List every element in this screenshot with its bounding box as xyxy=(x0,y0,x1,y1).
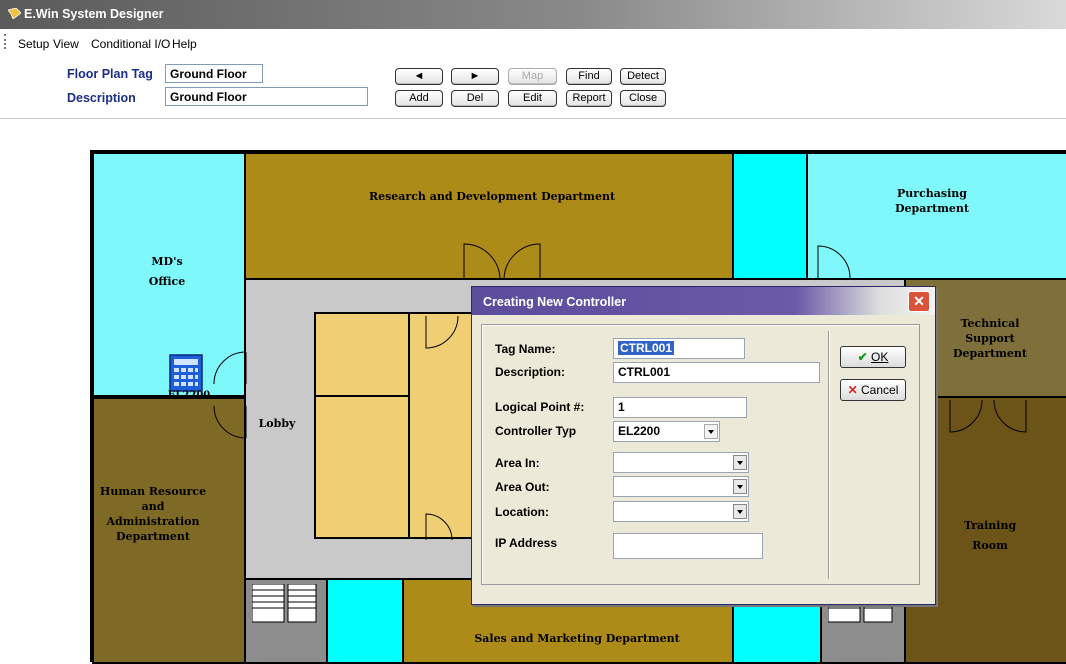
corridor-top xyxy=(732,152,808,280)
controller-type-select[interactable]: EL2200 xyxy=(613,421,720,442)
label-purchasing-line2: Department xyxy=(895,202,969,215)
controller-icon[interactable] xyxy=(169,354,203,392)
floor-plan-tag-input[interactable]: Ground Floor xyxy=(165,64,263,83)
label-hr-line4: Department xyxy=(116,530,190,543)
tag-name-label: Tag Name: xyxy=(495,342,556,356)
find-button[interactable]: Find xyxy=(566,68,612,85)
location-label: Location: xyxy=(495,505,549,519)
dialog-divider xyxy=(828,331,830,579)
label-tech-line2: Support xyxy=(965,332,1015,345)
window-title: E.Win System Designer xyxy=(24,7,164,21)
logical-point-input[interactable]: 1 xyxy=(613,397,747,418)
add-button[interactable]: Add xyxy=(395,90,443,107)
close-button[interactable]: Close xyxy=(620,90,666,107)
label-hr-line2: and xyxy=(141,500,165,513)
label-purchasing: Purchasing Department xyxy=(832,186,1032,216)
lobby-block-lower xyxy=(314,395,410,539)
area-in-chevron-down-icon[interactable] xyxy=(733,455,747,470)
area-in-label: Area In: xyxy=(495,456,540,470)
description-field-input[interactable]: CTRL001 xyxy=(613,362,820,383)
ok-button[interactable]: ✔ OK xyxy=(840,346,906,368)
cancel-button-label: Cancel xyxy=(861,383,899,397)
description-label: Description xyxy=(67,91,136,105)
controller-label: EL2200 xyxy=(167,390,211,401)
area-out-chevron-down-icon[interactable] xyxy=(733,479,747,494)
label-purchasing-line1: Purchasing xyxy=(897,187,967,200)
label-tech-line3: Department xyxy=(953,347,1027,360)
door-hr xyxy=(213,405,247,439)
ip-address-label: IP Address xyxy=(495,536,558,550)
corridor-bottom-left xyxy=(326,578,404,664)
lobby-block-upper xyxy=(314,312,410,397)
detect-button[interactable]: Detect xyxy=(620,68,666,85)
menu-help[interactable]: Help xyxy=(172,37,197,51)
prev-button[interactable]: ◄ xyxy=(395,68,443,85)
cancel-x-icon: ✕ xyxy=(847,383,858,397)
description-field-label: Description: xyxy=(495,365,566,379)
label-lobby: Lobby xyxy=(258,417,296,430)
description-input[interactable]: Ground Floor xyxy=(165,87,368,106)
ip-address-input[interactable] xyxy=(613,533,763,559)
dialog-close-icon[interactable]: ✕ xyxy=(908,291,930,312)
controller-type-value: EL2200 xyxy=(618,424,661,438)
label-tech-support: Technical Support Department xyxy=(930,316,1050,361)
label-md-office: MD's Office xyxy=(122,252,212,292)
tag-name-input[interactable]: CTRL001 xyxy=(613,338,745,359)
label-rnd: Research and Development Department xyxy=(368,190,616,203)
door-lobby-lower xyxy=(425,513,453,541)
menu-setup[interactable]: Setup xyxy=(18,37,49,51)
label-md-line1: MD's xyxy=(151,255,183,268)
app-icon xyxy=(8,8,21,19)
cancel-button[interactable]: ✕ Cancel xyxy=(840,379,906,401)
dialog-titlebar[interactable]: Creating New Controller ✕ xyxy=(472,287,935,315)
dialog-body: Tag Name: CTRL001 Description: CTRL001 L… xyxy=(481,324,920,585)
door-lobby-upper xyxy=(425,315,459,349)
door-purchasing xyxy=(817,245,851,279)
del-button[interactable]: Del xyxy=(451,90,499,107)
location-chevron-down-icon[interactable] xyxy=(733,504,747,519)
controller-type-label: Controller Typ xyxy=(495,424,577,438)
area-out-select[interactable] xyxy=(613,476,749,497)
menu-bar: Setup View Conditional I/O Help xyxy=(0,31,1066,55)
next-button[interactable]: ► xyxy=(451,68,499,85)
stairs-left-graphic xyxy=(252,584,317,623)
ok-button-label: OK xyxy=(871,350,889,364)
menu-conditional-io[interactable]: Conditional I/O xyxy=(91,37,170,51)
creating-new-controller-dialog: Creating New Controller ✕ Tag Name: CTRL… xyxy=(471,286,936,605)
edit-button[interactable]: Edit xyxy=(508,90,557,107)
floor-plan-toolbar: Floor Plan Tag Ground Floor Description … xyxy=(0,56,1066,119)
tag-name-value: CTRL001 xyxy=(618,341,675,355)
menu-view[interactable]: View xyxy=(53,37,79,51)
door-rnd xyxy=(463,243,541,281)
label-training: Training Room xyxy=(930,516,1050,556)
checkmark-icon: ✔ xyxy=(857,350,868,364)
controller-type-chevron-down-icon[interactable] xyxy=(704,424,718,439)
label-hr-line1: Human Resource xyxy=(99,485,207,498)
logical-point-label: Logical Point #: xyxy=(495,400,585,414)
area-in-select[interactable] xyxy=(613,452,749,473)
dialog-title: Creating New Controller xyxy=(483,295,627,309)
label-hr: Human Resource and Administration Depart… xyxy=(92,484,214,544)
menu-grip[interactable] xyxy=(4,34,10,49)
location-select[interactable] xyxy=(613,501,749,522)
label-md-line2: Office xyxy=(148,275,186,288)
label-training-line1: Training xyxy=(963,519,1017,532)
window-titlebar: E.Win System Designer xyxy=(0,0,1066,29)
label-hr-line3: Administration xyxy=(106,515,200,528)
label-training-line2: Room xyxy=(972,539,1008,552)
report-button[interactable]: Report xyxy=(566,90,612,107)
floor-plan-tag-label: Floor Plan Tag xyxy=(67,67,153,81)
door-training xyxy=(949,399,1027,433)
area-out-label: Area Out: xyxy=(495,480,550,494)
map-button[interactable]: Map xyxy=(508,68,557,85)
door-md xyxy=(213,351,247,385)
label-tech-line1: Technical xyxy=(960,317,1020,330)
label-sales: Sales and Marketing Department xyxy=(474,632,680,645)
